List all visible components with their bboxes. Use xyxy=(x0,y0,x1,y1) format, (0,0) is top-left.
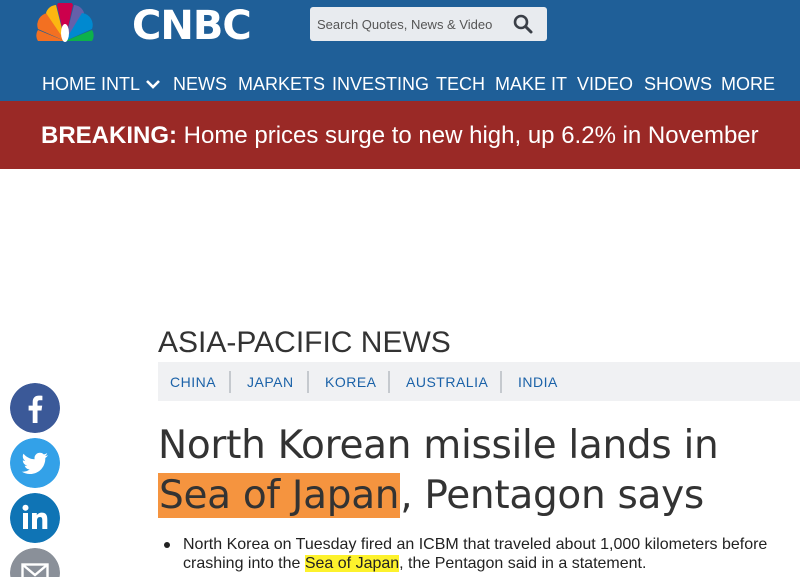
breaking-news-banner[interactable]: BREAKING: Home prices surge to new high,… xyxy=(0,101,800,169)
nav-item-label: HOME INTL xyxy=(42,74,141,94)
nav-item-news[interactable]: NEWS xyxy=(173,71,227,97)
tag-korea[interactable]: KOREA xyxy=(325,372,377,392)
key-point-text: North Korea on Tuesday fired an ICBM tha… xyxy=(183,535,794,573)
headline-highlight: Sea of Japan xyxy=(158,473,401,518)
tag-australia[interactable]: AUSTRALIA xyxy=(406,372,488,392)
tag-divider xyxy=(388,371,390,393)
tag-divider xyxy=(500,371,502,393)
tag-divider xyxy=(229,371,231,393)
headline-part: , Pentagon says xyxy=(400,473,704,518)
key-point-part: , the Pentagon said in a statement. xyxy=(399,555,647,572)
nav-item-more[interactable]: MORE xyxy=(721,71,775,97)
tag-china[interactable]: CHINA xyxy=(170,372,216,392)
logo-wordmark: CNBC xyxy=(132,3,252,49)
chevron-down-icon[interactable] xyxy=(146,79,160,89)
breaking-headline: Home prices surge to new high, up 6.2% i… xyxy=(177,122,759,149)
nav-item-home-intl[interactable]: HOME INTL xyxy=(42,71,160,97)
nav-item-video[interactable]: VIDEO xyxy=(577,71,633,97)
region-tag-bar: CHINA JAPAN KOREA AUSTRALIA INDIA xyxy=(158,362,800,401)
tag-india[interactable]: INDIA xyxy=(518,372,558,392)
tag-japan[interactable]: JAPAN xyxy=(247,372,294,392)
key-point-bullet: North Korea on Tuesday fired an ICBM tha… xyxy=(164,535,794,573)
search-box[interactable] xyxy=(310,7,547,41)
main-nav: HOME INTL NEWS MARKETS INVESTING TECH MA… xyxy=(0,71,800,97)
peacock-logo-icon xyxy=(36,3,94,42)
nav-item-markets[interactable]: MARKETS xyxy=(238,71,325,97)
breaking-news-text[interactable]: BREAKING: Home prices surge to new high,… xyxy=(41,121,759,151)
nav-item-shows[interactable]: SHOWS xyxy=(644,71,712,97)
cnbc-logo[interactable]: CNBC xyxy=(34,3,274,49)
twitter-icon[interactable] xyxy=(10,438,60,488)
key-point-highlight: Sea of Japan xyxy=(304,555,400,572)
section-title[interactable]: ASIA-PACIFIC NEWS xyxy=(158,325,451,361)
linkedin-icon[interactable] xyxy=(10,493,60,543)
breaking-label: BREAKING: xyxy=(41,122,177,149)
site-header: CNBC HOME INTL NEWS MARKETS INVESTING TE… xyxy=(0,0,800,101)
nav-item-make-it[interactable]: MAKE IT xyxy=(495,71,567,97)
search-input[interactable] xyxy=(310,7,510,41)
nav-item-tech[interactable]: TECH xyxy=(436,71,485,97)
tag-divider xyxy=(307,371,309,393)
bullet-dot-icon xyxy=(164,542,170,548)
article-headline: North Korean missile lands in Sea of Jap… xyxy=(158,421,798,521)
nav-item-investing[interactable]: INVESTING xyxy=(332,71,429,97)
headline-part: North Korean missile lands in xyxy=(158,423,719,468)
facebook-icon[interactable] xyxy=(10,383,60,433)
email-icon[interactable] xyxy=(10,548,60,577)
search-icon[interactable] xyxy=(512,13,534,35)
